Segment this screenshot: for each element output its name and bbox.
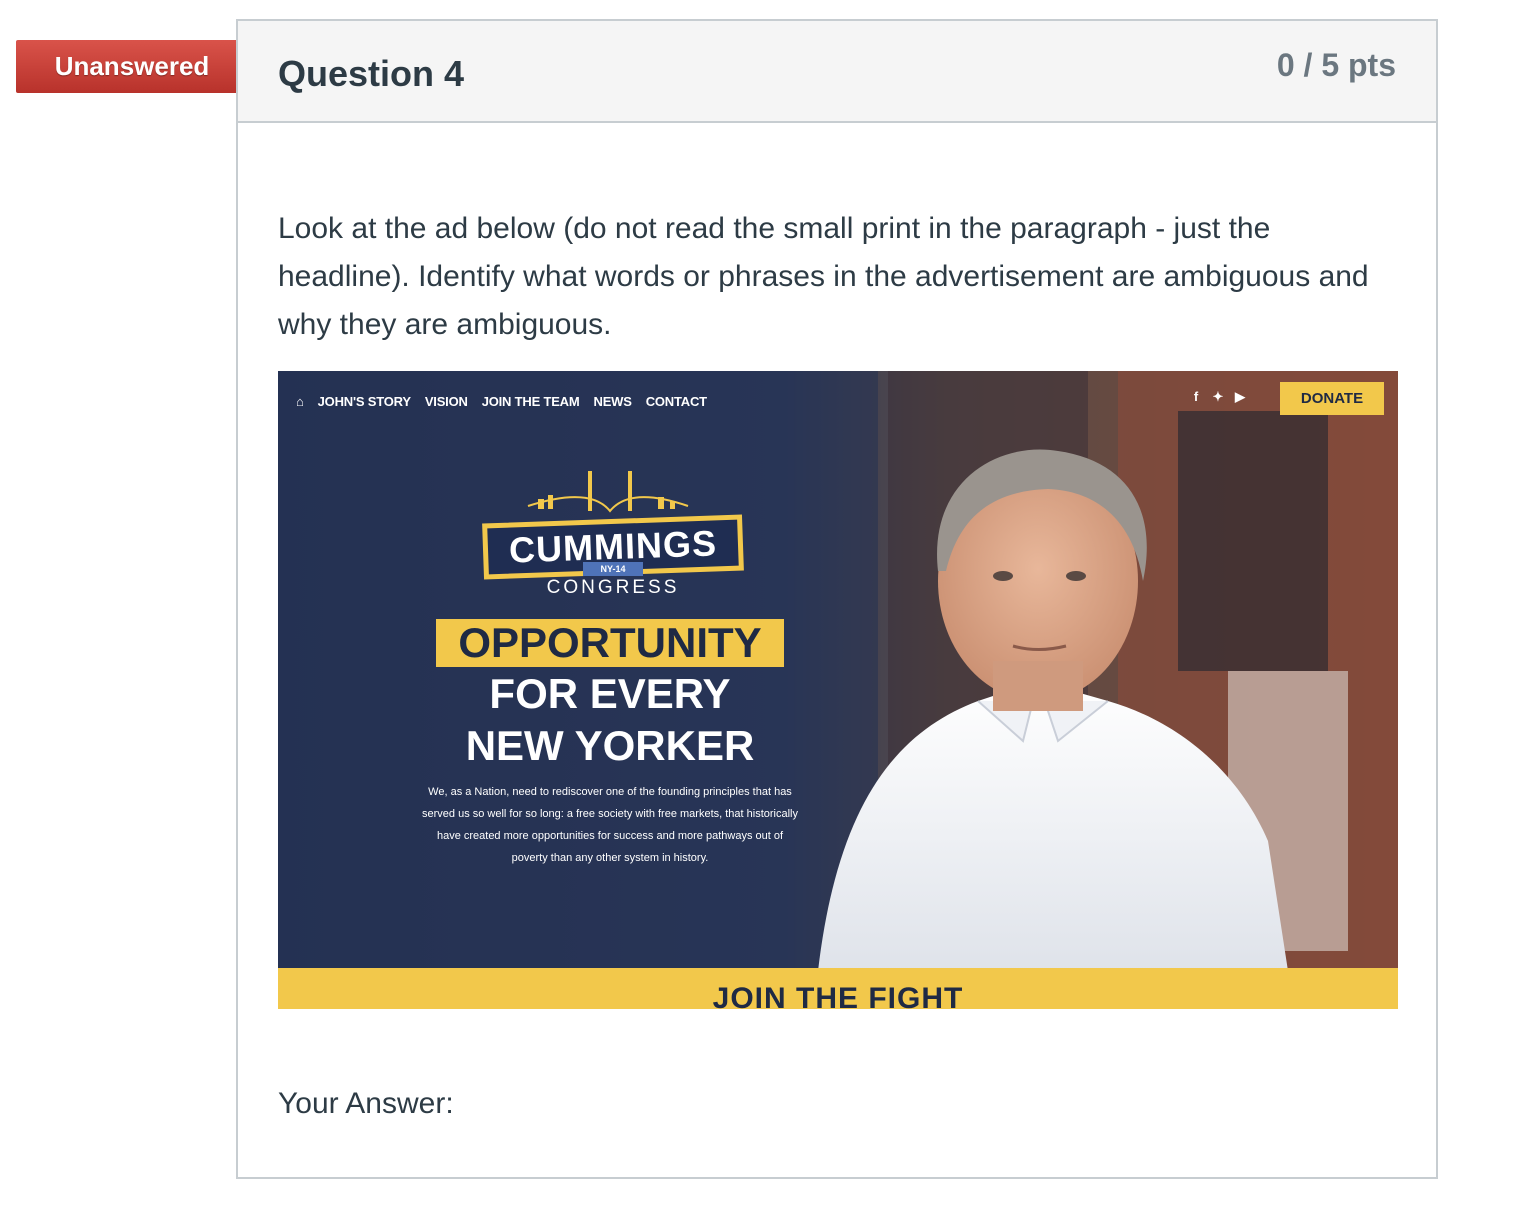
nav-join-the-team: JOIN THE TEAM — [481, 393, 580, 409]
facebook-icon: f — [1193, 389, 1199, 404]
your-answer-label: Your Answer: — [278, 1087, 454, 1120]
ad-logo-district: NY-14 — [583, 562, 643, 576]
nav-vision: VISION — [424, 393, 468, 409]
ad-join-text: JOIN THE FIGHT — [712, 982, 964, 1010]
youtube-icon: ▶ — [1235, 389, 1245, 404]
question-title: Question 4 — [278, 53, 465, 94]
ad-join-bar: JOIN THE FIGHT — [278, 968, 1398, 1009]
ad-small-print: We, as a Nation, need to rediscover one … — [422, 786, 798, 864]
ad-logo-congress: CONGRESS — [546, 577, 680, 598]
nav-news: NEWS — [593, 393, 632, 409]
unanswered-flag: Unanswered — [16, 40, 268, 93]
unanswered-label: Unanswered — [54, 51, 210, 81]
ad-social-icons: f ✦ ▶ — [1188, 389, 1248, 405]
question-points: 0 / 5 pts — [1276, 47, 1396, 83]
ad-headline-new-yorker: NEW YORKER — [465, 722, 755, 769]
ad-donate-button: DONATE — [1280, 382, 1384, 415]
home-icon: ⌂ — [296, 393, 304, 409]
question-text: Look at the ad below (do not read the sm… — [278, 212, 1369, 341]
nav-johns-story: JOHN'S STORY — [317, 393, 411, 409]
ad-headline-for-every: FOR EVERY — [489, 670, 731, 717]
campaign-ad-image: ⌂ JOHN'S STORY VISION JOIN THE TEAM NEWS… — [278, 371, 1398, 1009]
twitter-icon: ✦ — [1212, 389, 1224, 404]
question-header: Question 4 0 / 5 pts — [238, 21, 1436, 123]
nav-contact: CONTACT — [645, 393, 707, 409]
ad-nav: ⌂ JOHN'S STORY VISION JOIN THE TEAM NEWS… — [296, 391, 707, 411]
ad-headline-opportunity: OPPORTUNITY — [436, 619, 784, 667]
